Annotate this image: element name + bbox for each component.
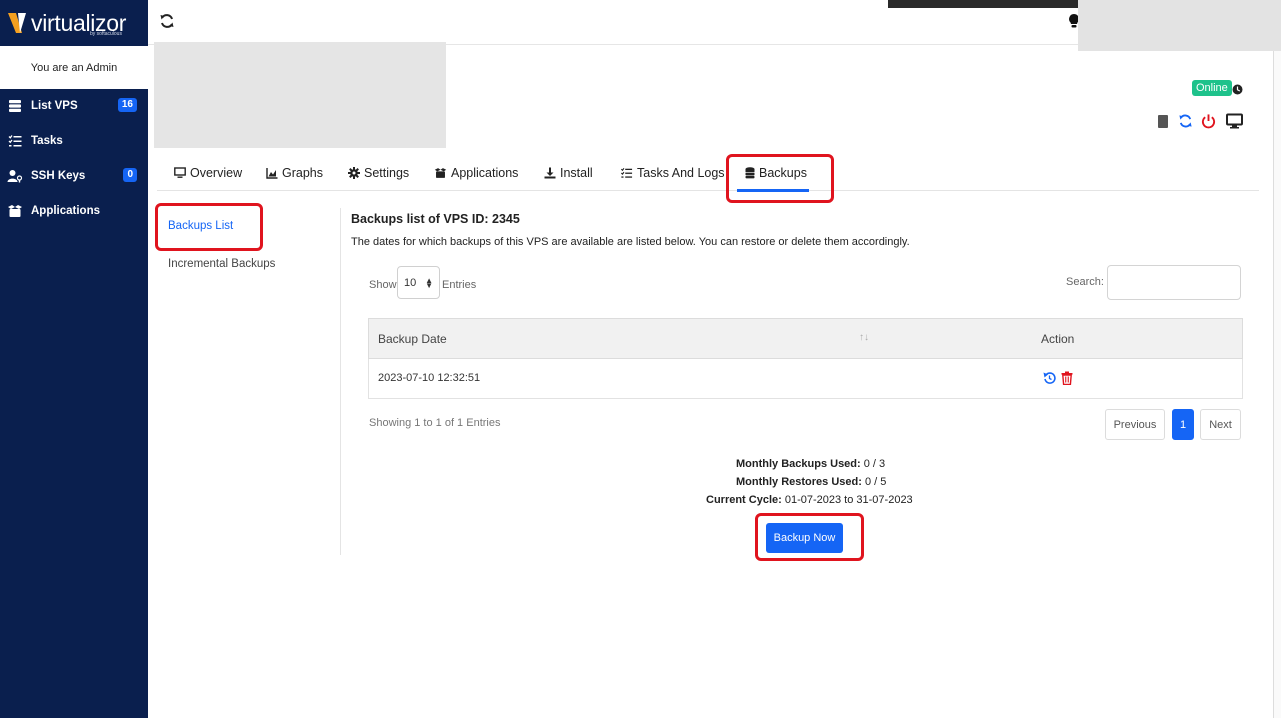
current-cycle: Current Cycle: 01-07-2023 to 31-07-2023: [706, 494, 913, 506]
gear-icon: [348, 166, 360, 179]
search-input[interactable]: [1107, 265, 1241, 300]
sidebar-item-tasks[interactable]: Tasks: [0, 126, 148, 156]
apps-icon: [434, 167, 447, 179]
current-cycle-value: 01-07-2023 to 31-07-2023: [781, 494, 913, 506]
stop-icon[interactable]: [1157, 113, 1169, 134]
scrollbar[interactable]: [1273, 51, 1281, 718]
sidebar-item-label: Applications: [31, 205, 101, 217]
pagination-page-1[interactable]: 1: [1172, 409, 1194, 440]
list-icon: [620, 167, 633, 179]
monthly-backups-used: Monthly Backups Used: 0 / 3: [736, 458, 885, 470]
highlight-box-backups-tab: [726, 154, 834, 203]
sidebar-item-ssh-keys[interactable]: SSH Keys 0: [0, 161, 148, 191]
monthly-backups-value: 0 / 3: [860, 458, 886, 470]
monthly-restores-value: 0 / 5: [861, 476, 887, 488]
refresh-icon[interactable]: [159, 13, 175, 34]
page-description: The dates for which backups of this VPS …: [351, 236, 910, 248]
sidebar-item-label: List VPS: [31, 100, 78, 112]
virtualizor-logo-icon: [8, 11, 28, 35]
page-title: Backups list of VPS ID: 2345: [351, 212, 520, 226]
tab-install[interactable]: Install: [544, 155, 593, 190]
restore-icon[interactable]: [1043, 371, 1056, 390]
sidebar-item-list-vps[interactable]: List VPS 16: [0, 91, 148, 121]
tab-settings[interactable]: Settings: [348, 155, 409, 190]
power-off-icon[interactable]: [1201, 113, 1216, 134]
tab-graphs[interactable]: Graphs: [266, 155, 323, 190]
entries-label: Entries: [442, 279, 477, 291]
tab-label: Graphs: [282, 165, 323, 180]
logo-subtext: by softaculous: [90, 31, 122, 37]
online-status-badge: Online: [1192, 80, 1232, 96]
column-header-backup-date[interactable]: Backup Date: [378, 332, 447, 346]
show-label: Show: [369, 279, 397, 291]
user-panel-placeholder: [1078, 0, 1281, 51]
monitor-icon: [174, 166, 186, 179]
ssh-keys-count-badge: 0: [123, 168, 137, 182]
apps-icon: [6, 204, 24, 218]
entries-per-page-value: 10: [404, 277, 417, 289]
chart-icon: [266, 167, 278, 179]
vps-info-placeholder: [154, 42, 446, 148]
backup-date-cell: 2023-07-10 12:32:51: [378, 372, 481, 384]
tab-label: Install: [560, 165, 593, 180]
restart-icon[interactable]: [1178, 113, 1193, 134]
table-header: Backup Date ↑↓ Action: [368, 318, 1243, 359]
tab-label: Overview: [190, 165, 243, 180]
admin-label: You are an Admin: [0, 46, 148, 89]
column-header-action: Action: [1041, 332, 1075, 346]
tab-label: Tasks And Logs: [637, 165, 725, 180]
monthly-restores-label: Monthly Restores Used:: [736, 476, 862, 488]
pagination-next[interactable]: Next: [1200, 409, 1241, 440]
divider: [340, 208, 341, 555]
tasks-icon: [6, 134, 24, 148]
search-label: Search:: [1066, 276, 1104, 288]
logo[interactable]: virtualizor by softaculous: [0, 0, 148, 46]
sidebar: virtualizor by softaculous You are an Ad…: [0, 0, 148, 718]
tab-applications[interactable]: Applications: [434, 155, 518, 190]
sidebar-item-label: Tasks: [31, 135, 63, 147]
monthly-backups-label: Monthly Backups Used:: [736, 458, 861, 470]
tab-tasks-and-logs[interactable]: Tasks And Logs: [620, 155, 725, 190]
current-cycle-label: Current Cycle:: [706, 494, 782, 506]
highlight-box-backups-list: [155, 203, 263, 251]
tab-label: Settings: [364, 165, 410, 180]
server-icon: [6, 99, 24, 113]
entries-per-page-select[interactable]: 10 ▲ ▼: [397, 266, 440, 299]
menu-incremental-backups[interactable]: Incremental Backups: [168, 258, 275, 270]
trash-icon[interactable]: [1061, 371, 1073, 390]
sort-icon[interactable]: ↑↓: [859, 332, 869, 343]
vps-count-badge: 16: [117, 98, 137, 112]
user-key-icon: [6, 169, 24, 183]
pagination-previous[interactable]: Previous: [1105, 409, 1165, 440]
overlay-strip: [888, 0, 1078, 8]
sidebar-item-applications[interactable]: Applications: [0, 196, 148, 226]
tab-overview[interactable]: Overview: [174, 155, 242, 190]
sort-arrows-icon: ▲ ▼: [425, 276, 433, 290]
showing-entries-text: Showing 1 to 1 of 1 Entries: [369, 417, 501, 429]
table-row: 2023-07-10 12:32:51: [368, 359, 1243, 399]
console-monitor-icon[interactable]: [1226, 113, 1243, 134]
download-icon: [544, 167, 556, 179]
clock-icon: [1232, 82, 1243, 100]
monthly-restores-used: Monthly Restores Used: 0 / 5: [736, 476, 886, 488]
tab-label: Applications: [451, 165, 519, 180]
highlight-box-backup-now: [755, 513, 864, 561]
sidebar-item-label: SSH Keys: [31, 170, 86, 182]
